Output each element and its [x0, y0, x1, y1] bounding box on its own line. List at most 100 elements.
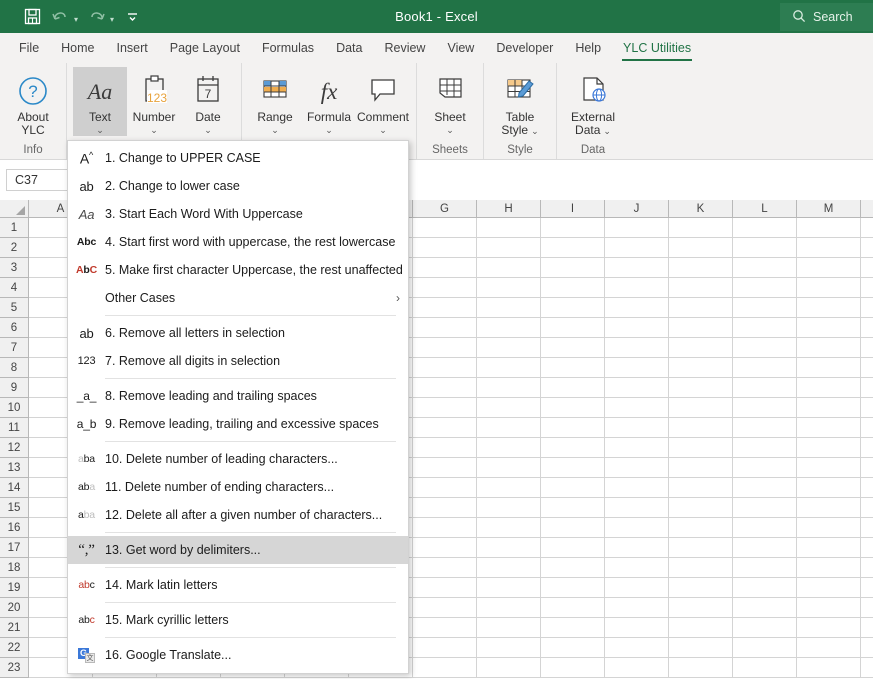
cell-K16[interactable] [669, 518, 733, 538]
row-header-12[interactable]: 12 [0, 438, 28, 458]
tab-developer[interactable]: Developer [485, 33, 564, 63]
cell-K10[interactable] [669, 398, 733, 418]
cell-K23[interactable] [669, 658, 733, 678]
cell-H21[interactable] [477, 618, 541, 638]
cell-M19[interactable] [797, 578, 861, 598]
cell-H14[interactable] [477, 478, 541, 498]
cell-L12[interactable] [733, 438, 797, 458]
cell-K1[interactable] [669, 218, 733, 238]
cell-H23[interactable] [477, 658, 541, 678]
cell-I23[interactable] [541, 658, 605, 678]
cell-M7[interactable] [797, 338, 861, 358]
cell-N15[interactable] [861, 498, 873, 518]
cell-M9[interactable] [797, 378, 861, 398]
cell-G11[interactable] [413, 418, 477, 438]
menu-item-7[interactable]: ab6. Remove all letters in selection [68, 319, 408, 347]
column-header-I[interactable]: I [541, 200, 605, 218]
row-header-17[interactable]: 17 [0, 538, 28, 558]
cell-J23[interactable] [605, 658, 669, 678]
menu-item-5[interactable]: AbC5. Make first character Uppercase, th… [68, 256, 408, 284]
cell-M11[interactable] [797, 418, 861, 438]
cell-L22[interactable] [733, 638, 797, 658]
cell-N2[interactable] [861, 238, 873, 258]
range-button[interactable]: Range ⌄ [248, 67, 302, 136]
cell-G15[interactable] [413, 498, 477, 518]
cell-G20[interactable] [413, 598, 477, 618]
cell-J8[interactable] [605, 358, 669, 378]
table-style-button[interactable]: Table Style⌄ [490, 67, 550, 137]
column-header-J[interactable]: J [605, 200, 669, 218]
cell-H20[interactable] [477, 598, 541, 618]
cell-K17[interactable] [669, 538, 733, 558]
cell-I4[interactable] [541, 278, 605, 298]
cell-L16[interactable] [733, 518, 797, 538]
cell-N9[interactable] [861, 378, 873, 398]
cell-J12[interactable] [605, 438, 669, 458]
cell-M4[interactable] [797, 278, 861, 298]
cell-H17[interactable] [477, 538, 541, 558]
cell-I6[interactable] [541, 318, 605, 338]
cell-L13[interactable] [733, 458, 797, 478]
column-header-K[interactable]: K [669, 200, 733, 218]
cell-I8[interactable] [541, 358, 605, 378]
cell-G16[interactable] [413, 518, 477, 538]
cell-J16[interactable] [605, 518, 669, 538]
menu-item-4[interactable]: Abc4. Start first word with uppercase, t… [68, 228, 408, 256]
cell-J14[interactable] [605, 478, 669, 498]
cell-J18[interactable] [605, 558, 669, 578]
cell-N20[interactable] [861, 598, 873, 618]
row-header-2[interactable]: 2 [0, 238, 28, 258]
menu-item-12[interactable]: aba11. Delete number of ending character… [68, 473, 408, 501]
row-header-10[interactable]: 10 [0, 398, 28, 418]
cell-N4[interactable] [861, 278, 873, 298]
row-header-14[interactable]: 14 [0, 478, 28, 498]
tab-ylc-utilities[interactable]: YLC Utilities [612, 33, 702, 63]
chevron-right-icon[interactable]: › [388, 291, 408, 305]
cell-K4[interactable] [669, 278, 733, 298]
cell-K18[interactable] [669, 558, 733, 578]
cell-H10[interactable] [477, 398, 541, 418]
cell-J22[interactable] [605, 638, 669, 658]
cell-M2[interactable] [797, 238, 861, 258]
cell-I3[interactable] [541, 258, 605, 278]
menu-item-8[interactable]: 1237. Remove all digits in selection [68, 347, 408, 375]
cell-M17[interactable] [797, 538, 861, 558]
cell-M12[interactable] [797, 438, 861, 458]
cell-M16[interactable] [797, 518, 861, 538]
cell-G12[interactable] [413, 438, 477, 458]
cell-N16[interactable] [861, 518, 873, 538]
tab-formulas[interactable]: Formulas [251, 33, 325, 63]
cell-K21[interactable] [669, 618, 733, 638]
column-header-H[interactable]: H [477, 200, 541, 218]
tab-home[interactable]: Home [50, 33, 105, 63]
cell-J10[interactable] [605, 398, 669, 418]
cell-G23[interactable] [413, 658, 477, 678]
menu-item-9[interactable]: _a_8. Remove leading and trailing spaces [68, 382, 408, 410]
cell-J15[interactable] [605, 498, 669, 518]
cell-M5[interactable] [797, 298, 861, 318]
cell-K15[interactable] [669, 498, 733, 518]
row-header-5[interactable]: 5 [0, 298, 28, 318]
cell-J2[interactable] [605, 238, 669, 258]
cell-M14[interactable] [797, 478, 861, 498]
menu-item-16[interactable]: abc15. Mark cyrillic letters [68, 606, 408, 634]
column-header-M[interactable]: M [797, 200, 861, 218]
menu-item-3[interactable]: Aa3. Start Each Word With Uppercase [68, 200, 408, 228]
customize-quick-access-toolbar-icon[interactable] [118, 4, 146, 30]
cell-J11[interactable] [605, 418, 669, 438]
cell-M3[interactable] [797, 258, 861, 278]
row-header-13[interactable]: 13 [0, 458, 28, 478]
menu-item-11[interactable]: aba10. Delete number of leading characte… [68, 445, 408, 473]
cell-H18[interactable] [477, 558, 541, 578]
cell-M22[interactable] [797, 638, 861, 658]
formula-dropdown-icon[interactable]: ⌄ [325, 125, 333, 136]
date-button[interactable]: 7 Date ⌄ [181, 67, 235, 136]
cell-N18[interactable] [861, 558, 873, 578]
cell-M1[interactable] [797, 218, 861, 238]
cell-N1[interactable] [861, 218, 873, 238]
cell-M13[interactable] [797, 458, 861, 478]
cell-N8[interactable] [861, 358, 873, 378]
cell-K13[interactable] [669, 458, 733, 478]
cell-G18[interactable] [413, 558, 477, 578]
cell-G8[interactable] [413, 358, 477, 378]
